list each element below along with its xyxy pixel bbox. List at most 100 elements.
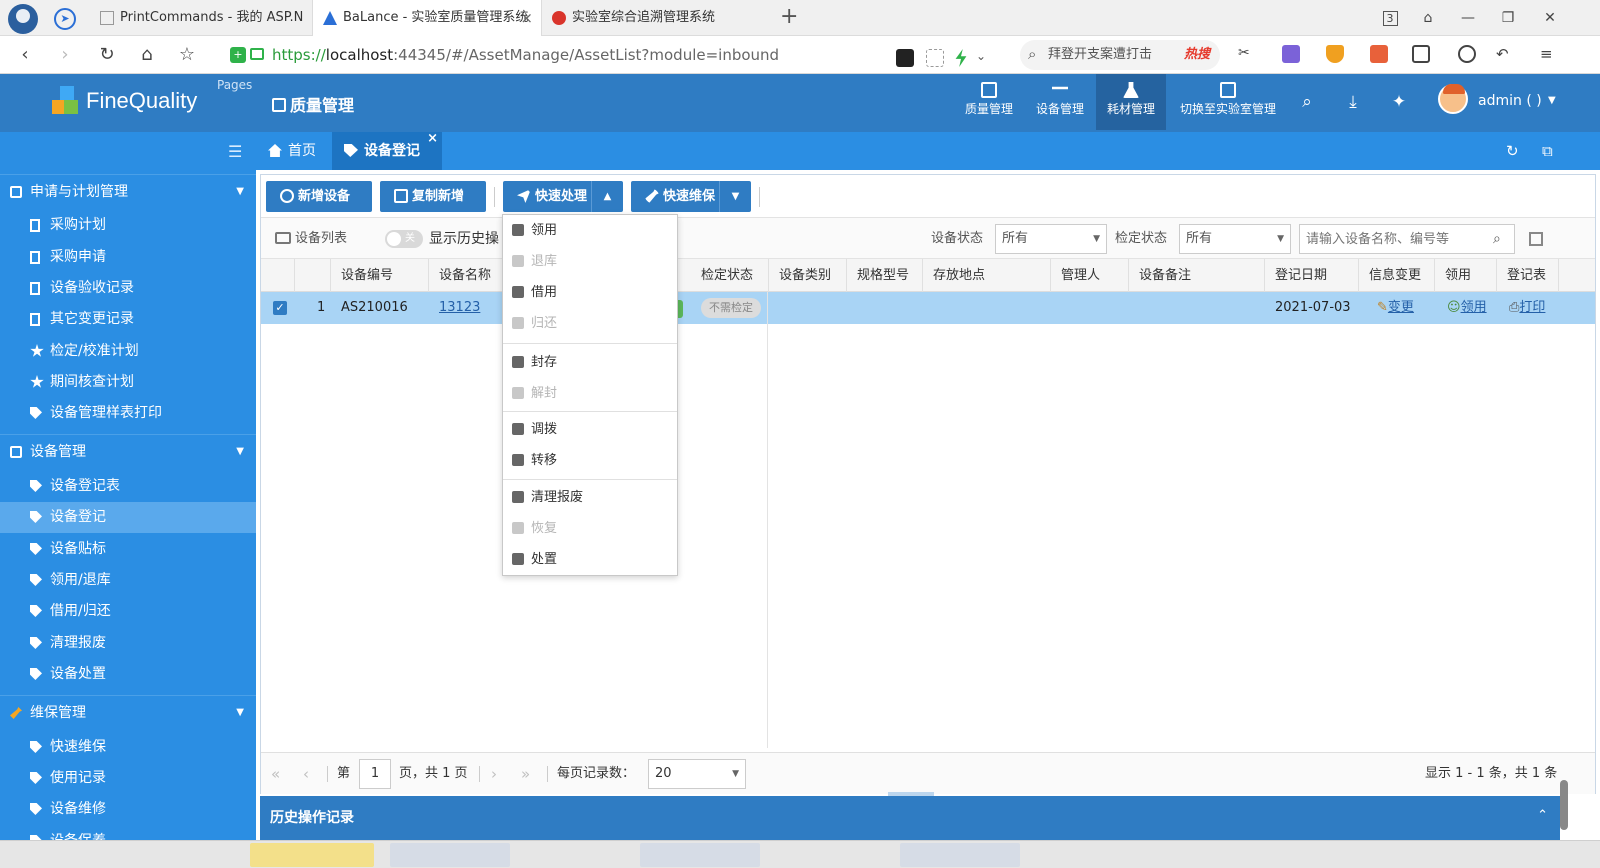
sidebar-collapse-icon[interactable]: ☰	[228, 142, 242, 161]
col-header[interactable]: 领用	[1435, 259, 1497, 292]
col-header[interactable]: 检定状态	[691, 259, 769, 292]
next-page-icon[interactable]: ›	[491, 753, 497, 795]
forward-button[interactable]: ›	[52, 42, 78, 68]
close-window-button[interactable]: ✕	[1530, 0, 1570, 36]
page-size-select[interactable]: 20 ▼	[648, 759, 746, 789]
menu-item-give-back[interactable]: 归还	[503, 308, 677, 339]
topnav-consumables[interactable]: 耗材管理	[1096, 74, 1166, 130]
col-header[interactable]: 登记日期	[1265, 259, 1359, 292]
sidebar-item-purchase-plan[interactable]: 采购计划	[0, 210, 256, 241]
sidebar-item-other-changes[interactable]: 其它变更记录	[0, 304, 256, 335]
menu-item-restore[interactable]: 恢复	[503, 513, 677, 544]
qr-icon[interactable]	[926, 49, 944, 67]
minimize-button[interactable]: —	[1448, 0, 1488, 36]
browser-tab-balance[interactable]: BaLance - 实验室质量管理系统 ×	[312, 0, 542, 36]
shield-ext-icon[interactable]	[1326, 45, 1344, 63]
col-header[interactable]: 登记表	[1497, 259, 1559, 292]
translate-icon[interactable]	[1282, 45, 1300, 63]
sidebar-item-labeling[interactable]: 设备贴标	[0, 534, 256, 565]
palette-icon[interactable]: ✦	[1388, 92, 1410, 112]
menu-item-transfer[interactable]: 转移	[503, 445, 677, 476]
caret-down-icon[interactable]: ▼	[719, 181, 751, 212]
menu-item-receive[interactable]: 领用	[503, 215, 677, 246]
refresh-icon[interactable]: ↻	[1506, 142, 1519, 160]
check-status-select[interactable]: 所有 ▼	[1179, 224, 1291, 254]
copy-add-button[interactable]: 复制新增	[380, 181, 486, 212]
taskbar-item[interactable]	[900, 843, 1020, 867]
home-button[interactable]: ⌂	[134, 42, 160, 68]
cell-name[interactable]: 13123	[429, 292, 480, 324]
menu-item-allocate[interactable]: 调拨	[503, 414, 677, 445]
bookmark-star-button[interactable]: ☆	[174, 42, 200, 68]
browser-send-icon[interactable]: ➤	[54, 8, 76, 30]
browser-search-box[interactable]: ⌕ 拜登开支案遭打击 热搜	[1020, 40, 1220, 70]
close-tab-icon[interactable]: ×	[520, 0, 533, 36]
quick-process-button[interactable]: 快速处理 ▲	[503, 181, 623, 212]
cell-change[interactable]: ✎变更	[1367, 292, 1414, 324]
brightness-icon[interactable]	[1458, 45, 1476, 63]
menu-item-unseal[interactable]: 解封	[503, 378, 677, 409]
table-row[interactable]: ✓ 1 AS210016 13123 不需检定 2021-07-03 ✎变更 ☺…	[261, 292, 1595, 324]
prev-page-icon[interactable]: ‹	[303, 753, 309, 795]
history-panel[interactable]: 历史操作记录 ⌃	[260, 792, 1560, 840]
col-header[interactable]: 管理人	[1051, 259, 1129, 292]
back-button[interactable]: ‹	[12, 42, 38, 68]
menu-item-borrow[interactable]: 借用	[503, 277, 677, 308]
select-all-header[interactable]	[261, 259, 295, 292]
user-name[interactable]: admin ( )	[1478, 93, 1542, 109]
sidebar-item-register-table[interactable]: 设备登记表	[0, 471, 256, 502]
cell-receive[interactable]: ☺领用	[1437, 292, 1487, 324]
scrollbar[interactable]	[1560, 780, 1568, 830]
chevron-down-icon[interactable]: ⌄	[976, 49, 994, 67]
sidebar-item-print-samples[interactable]: 设备管理样表打印	[0, 398, 256, 429]
first-page-icon[interactable]: «	[271, 753, 280, 795]
search-icon[interactable]: ⌕	[1493, 231, 1501, 247]
row-checkbox[interactable]: ✓	[273, 301, 287, 315]
download-icon[interactable]: ⤓	[1342, 92, 1364, 112]
cell-print[interactable]: ⎙打印	[1499, 292, 1545, 324]
col-header[interactable]: 设备编号	[331, 259, 429, 292]
col-header[interactable]: 存放地点	[923, 259, 1051, 292]
sidebar-group-plan[interactable]: 申请与计划管理 ▼	[0, 174, 256, 208]
menu-item-dispose[interactable]: 处置	[503, 544, 677, 575]
menu-item-seal[interactable]: 封存	[503, 347, 677, 378]
col-header[interactable]: 规格型号	[847, 259, 923, 292]
sidebar-item-usage[interactable]: 使用记录	[0, 763, 256, 794]
device-name-link[interactable]: 13123	[439, 300, 480, 315]
reload-button[interactable]: ↻	[94, 42, 120, 68]
close-tab-icon[interactable]: ×	[427, 120, 438, 158]
url-field[interactable]: + https://localhost:44345/#/AssetManage/…	[220, 40, 1010, 70]
change-link[interactable]: 变更	[1388, 300, 1414, 315]
sidebar-group-maintenance[interactable]: 维保管理 ▼	[0, 695, 256, 729]
taskbar-item[interactable]	[250, 843, 374, 867]
sidebar-item-period-check[interactable]: 期间核查计划	[0, 367, 256, 398]
sidebar-item-quick-maint[interactable]: 快速维保	[0, 732, 256, 763]
sidebar-item-register[interactable]: 设备登记	[0, 502, 256, 533]
extension-f-icon[interactable]	[896, 49, 914, 67]
page-input[interactable]: 1	[359, 759, 391, 789]
browser-tab-trace[interactable]: 实验室综合追溯管理系统	[542, 0, 768, 36]
receive-link[interactable]: 领用	[1461, 300, 1487, 315]
sidebar-item-repair[interactable]: 设备维修	[0, 794, 256, 825]
print-link[interactable]: 打印	[1519, 300, 1545, 315]
quick-maint-button[interactable]: 快速维保 ▼	[631, 181, 751, 212]
sidebar-item-receive-return[interactable]: 领用/退库	[0, 565, 256, 596]
shirt-icon[interactable]: ⌂	[1408, 0, 1448, 36]
device-status-select[interactable]: 所有 ▼	[995, 224, 1107, 254]
user-menu-caret-icon[interactable]: ▼	[1548, 95, 1556, 106]
scissors-icon[interactable]: ✂	[1238, 45, 1256, 63]
sidebar-item-disposal[interactable]: 设备处置	[0, 659, 256, 690]
taskbar-item[interactable]	[640, 843, 760, 867]
taskbar-item[interactable]	[390, 843, 510, 867]
sidebar-item-calibration-plan[interactable]: 检定/校准计划	[0, 336, 256, 367]
sidebar-item-scrap[interactable]: 清理报废	[0, 628, 256, 659]
tab-register[interactable]: 设备登记 ×	[332, 131, 442, 170]
restore-button[interactable]: ❐	[1488, 0, 1528, 36]
add-device-button[interactable]: 新增设备	[266, 181, 372, 212]
resize-grip[interactable]	[888, 792, 934, 796]
user-avatar[interactable]	[1438, 84, 1468, 114]
history-toggle[interactable]: 关	[385, 230, 423, 248]
apps-grid-icon[interactable]	[1412, 45, 1430, 63]
hot-search-label[interactable]: 热搜	[1184, 40, 1210, 70]
browser-profile-avatar[interactable]	[8, 4, 38, 34]
